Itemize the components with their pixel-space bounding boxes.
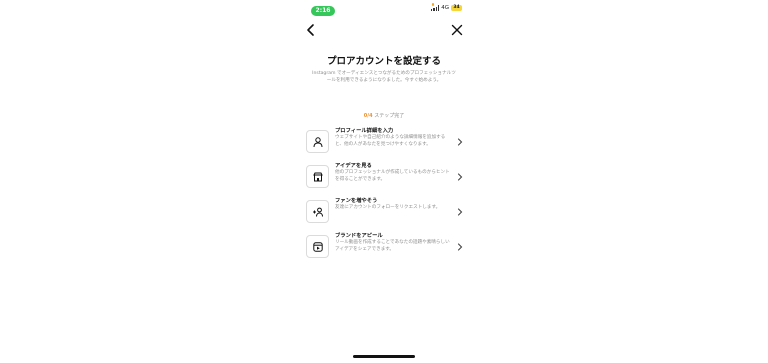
phone-screen: 2:16 4G 34 プロアカウントを設定する Instagram でオーディエ… [298,0,470,363]
page-description: Instagram でオーディエンスとつながるためのプロフェッショナルツールを利… [312,71,456,83]
step-icon-box [306,200,329,223]
chevron-left-icon[interactable] [303,22,319,38]
step-title: アイデアを見る [335,163,372,169]
step-icon-box [306,165,329,188]
step-profile-details[interactable]: プロフィール詳細を入力 ウェブサイトや自己紹介のような詳細情報を追加すると、他の… [306,128,464,163]
progress-label: ステップ完了 [374,113,405,119]
status-indicators: 4G 34 [431,5,462,11]
signal-icon [431,5,440,11]
step-icon-box [306,235,329,258]
step-description: 他のプロフェッショナルが作成しているものからヒントを得ることができます。 [335,170,450,182]
progress-count: 0/4 [363,113,373,119]
close-icon[interactable] [449,22,465,38]
chevron-right-icon [457,243,463,251]
chevron-right-icon [457,138,463,146]
step-title: ブランドをアピール [335,233,383,239]
battery-icon: 34 [451,5,462,11]
chevron-right-icon [457,173,463,181]
step-description: ウェブサイトや自己紹介のような詳細情報を追加すると、他の人があなたを見つけやすく… [335,135,446,147]
reel-icon [312,241,323,252]
step-grow-followers[interactable]: ファンを増やそう 友達にアカウントのフォローをリクエストします。 [306,198,464,233]
step-icon-box [306,130,329,153]
person-icon [313,136,322,147]
status-time: 2:16 [311,6,335,16]
page-title: プロアカウントを設定する [326,56,441,67]
chevron-right-icon [457,208,463,216]
steps-list: プロフィール詳細を入力 ウェブサイトや自己紹介のような詳細情報を追加すると、他の… [306,128,464,268]
add-person-icon [312,207,323,217]
progress-status: 0/4 ステップ完了 [298,112,470,119]
step-promote-brand[interactable]: ブランドをアピール リール動画を作成することであなたの話題や素晴らしいアイデアを… [306,233,464,268]
step-description: 友達にアカウントのフォローをリクエストします。 [335,205,441,210]
step-browse-ideas[interactable]: アイデアを見る 他のプロフェッショナルが作成しているものからヒントを得ることがで… [306,163,464,198]
network-type: 4G [441,5,449,11]
step-title: ファンを増やそう [335,198,378,204]
shop-icon [312,172,323,181]
step-description: リール動画を作成することであなたの話題や素晴らしいアイデアをシェアできます。 [335,240,450,252]
home-indicator[interactable] [353,355,415,358]
step-title: プロフィール詳細を入力 [335,128,394,134]
